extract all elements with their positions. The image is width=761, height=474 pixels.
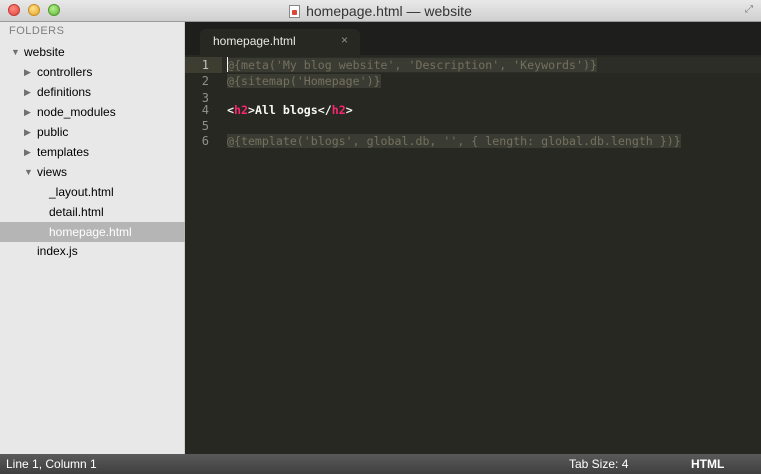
window-title-area: homepage.html — website (0, 3, 761, 19)
title-bar: homepage.html — website ⤢ (0, 0, 761, 22)
disclosure-expanded-icon[interactable]: ▼ (24, 162, 34, 182)
line-number: 6 (201, 134, 209, 148)
fullscreen-icon[interactable]: ⤢ (743, 4, 755, 16)
cursor-position: Line 1, Column 1 (6, 457, 97, 471)
tab-size-selector[interactable]: Tab Size: 4 (569, 454, 628, 474)
sidebar-item-label: templates (37, 145, 90, 159)
disclosure-collapsed-icon[interactable]: ▶ (24, 142, 34, 162)
close-icon[interactable]: × (341, 33, 348, 47)
html-document-icon (289, 5, 301, 18)
line-number: 1 (185, 57, 222, 73)
sidebar-item-label: homepage.html (49, 225, 132, 239)
line-number: 2 (201, 74, 209, 88)
disclosure-collapsed-icon[interactable]: ▶ (24, 122, 34, 142)
sidebar-item-detail-html[interactable]: detail.html (0, 202, 185, 222)
disclosure-expanded-icon[interactable]: ▼ (11, 42, 21, 62)
sidebar-item-public[interactable]: ▶ public (0, 122, 185, 142)
disclosure-collapsed-icon[interactable]: ▶ (24, 82, 34, 102)
code-line-4: <h2>All blogs</h2> (227, 103, 353, 117)
sidebar-item-layout-html[interactable]: _layout.html (0, 182, 185, 202)
sidebar-item-node-modules[interactable]: ▶ node_modules (0, 102, 185, 122)
sidebar-item-label: index.js (37, 244, 78, 258)
tab-bar: homepage.html × (185, 22, 761, 55)
sidebar-item-controllers[interactable]: ▶ controllers (0, 62, 185, 82)
sidebar-item-label: node_modules (37, 105, 116, 119)
sidebar-item-website[interactable]: ▼ website (0, 42, 185, 62)
sidebar-item-label: website (24, 45, 65, 59)
text-cursor (227, 57, 228, 72)
code-line-6: @{template('blogs', global.db, '', { len… (227, 134, 681, 148)
sidebar-item-label: definitions (37, 85, 92, 99)
line-number: 5 (201, 119, 209, 133)
window-title: homepage.html — website (306, 3, 472, 19)
sidebar-item-homepage-html[interactable]: homepage.html (0, 222, 185, 242)
code-line-2: @{sitemap('Homepage')} (227, 74, 381, 88)
sidebar-item-templates[interactable]: ▶ templates (0, 142, 185, 162)
tab-homepage-html[interactable]: homepage.html × (200, 29, 360, 55)
sidebar-item-label: controllers (37, 65, 93, 79)
sidebar: FOLDERS ▼ website ▶ controllers ▶ defini… (0, 22, 185, 454)
disclosure-collapsed-icon[interactable]: ▶ (24, 62, 34, 82)
sidebar-item-views[interactable]: ▼ views (0, 162, 185, 182)
sidebar-item-label: public (37, 125, 69, 139)
code-editor[interactable]: 1 2 3 4 5 6 @{meta('My blog website', 'D… (185, 55, 761, 454)
sidebar-item-index-js[interactable]: index.js (0, 241, 185, 261)
disclosure-collapsed-icon[interactable]: ▶ (24, 102, 34, 122)
folders-header: FOLDERS (9, 25, 65, 37)
sidebar-item-definitions[interactable]: ▶ definitions (0, 82, 185, 102)
syntax-selector[interactable]: HTML (691, 454, 724, 474)
status-bar: Line 1, Column 1 Tab Size: 4 HTML (0, 454, 761, 474)
tab-label: homepage.html (213, 34, 296, 48)
code-line-1: @{meta('My blog website', 'Description',… (227, 58, 597, 72)
sidebar-item-label: _layout.html (49, 185, 114, 199)
sidebar-item-label: detail.html (49, 205, 104, 219)
line-number: 4 (201, 103, 209, 117)
sidebar-item-label: views (37, 165, 68, 179)
